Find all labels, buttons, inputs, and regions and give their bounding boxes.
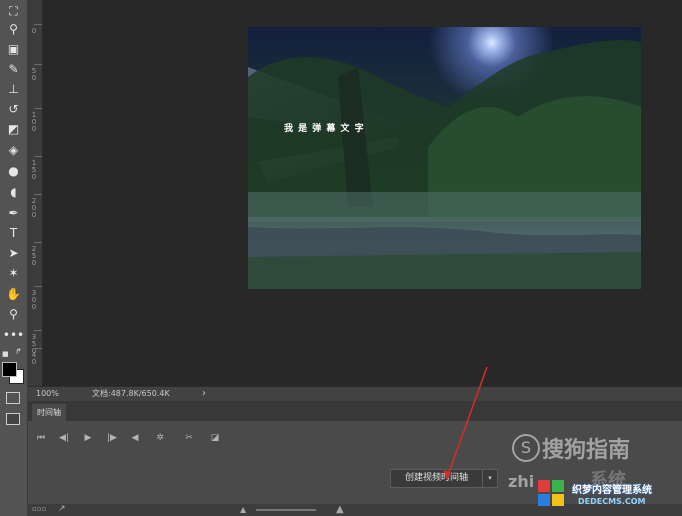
settings-icon[interactable]: ✲ bbox=[151, 430, 169, 446]
type-icon[interactable]: T bbox=[0, 224, 27, 242]
dedecms-en-watermark: DEDECMS.COM bbox=[578, 497, 646, 506]
zhinan-watermark: zhi bbox=[508, 472, 535, 491]
vertical-ruler: 05 01 0 01 5 02 0 02 5 03 0 03 5 04 0 bbox=[28, 0, 43, 388]
ruler-label: 0 bbox=[31, 27, 37, 35]
paint-bucket-icon[interactable]: ◈ bbox=[0, 141, 27, 159]
transition-icon[interactable]: ◪ bbox=[206, 430, 224, 446]
foreground-color-swatch[interactable] bbox=[2, 362, 17, 377]
ruler-tick bbox=[34, 194, 42, 195]
previous-frame-icon[interactable]: ◀| bbox=[55, 430, 73, 446]
dodge-icon[interactable]: ◖ bbox=[0, 183, 27, 201]
dedecms-cn-watermark: 织梦内容管理系统 bbox=[572, 485, 652, 496]
zoom-slider[interactable] bbox=[256, 509, 316, 511]
render-icon[interactable]: ▫▫▫ bbox=[32, 505, 46, 513]
ruler-tick bbox=[34, 286, 42, 287]
document-size: 文档:487.8K/650.4K bbox=[92, 389, 170, 398]
timeline-tab-bar: 时间轴 bbox=[28, 401, 682, 421]
quick-mask-icon[interactable] bbox=[6, 392, 20, 404]
history-brush-icon[interactable]: ↺ bbox=[0, 100, 27, 118]
ruler-label: 2 0 0 bbox=[31, 197, 37, 219]
ruler-tick bbox=[34, 156, 42, 157]
forest-scene bbox=[248, 40, 641, 289]
next-frame-icon[interactable]: |▶ bbox=[103, 430, 121, 446]
subtitle-overlay-text[interactable]: 我 是 弹 幕 文 字 bbox=[284, 121, 365, 134]
healing-brush-icon[interactable]: ▣ bbox=[0, 40, 27, 58]
ruler-tick bbox=[34, 64, 42, 65]
path-selection-icon[interactable]: ➤ bbox=[0, 244, 27, 262]
create-video-timeline-button[interactable]: 创建视频时间轴 bbox=[390, 469, 483, 488]
eyedropper-icon[interactable]: ⚲ bbox=[0, 20, 27, 38]
ruler-label: 2 5 0 bbox=[31, 245, 37, 267]
eraser-icon[interactable]: ◩ bbox=[0, 120, 27, 138]
status-menu-arrow-icon[interactable]: › bbox=[202, 387, 206, 401]
play-icon[interactable]: ▶ bbox=[79, 430, 97, 446]
ruler-label: 5 0 bbox=[31, 67, 37, 82]
hand-icon[interactable]: ✋ bbox=[0, 285, 27, 303]
dedecms-logo-icon bbox=[536, 478, 566, 508]
status-bar: 100% 文档:487.8K/650.4K › bbox=[28, 386, 682, 401]
more-tools-icon[interactable]: ••• bbox=[0, 326, 27, 344]
ruler-tick bbox=[34, 330, 42, 331]
pen-icon[interactable]: ✒ bbox=[0, 204, 27, 222]
ruler-label: 4 0 bbox=[31, 351, 37, 366]
ruler-label: 1 5 0 bbox=[31, 159, 37, 181]
ruler-tick bbox=[34, 348, 42, 349]
default-colors-icon[interactable]: ■ bbox=[2, 350, 10, 358]
ruler-label: 1 0 0 bbox=[31, 111, 37, 133]
brush-icon[interactable]: ✎ bbox=[0, 60, 27, 78]
sogou-watermark: 搜狗指南 bbox=[542, 438, 631, 463]
ruler-tick bbox=[34, 24, 42, 25]
convert-icon[interactable]: ↗ bbox=[58, 504, 66, 514]
ruler-tick bbox=[34, 108, 42, 109]
chevron-down-icon[interactable]: ▾ bbox=[482, 469, 498, 488]
first-frame-icon[interactable]: ⏮ bbox=[32, 430, 50, 446]
ruler-label: 3 0 0 bbox=[31, 289, 37, 311]
zoom-in-icon[interactable]: ▲ bbox=[336, 504, 344, 515]
screen-mode-icon[interactable] bbox=[6, 413, 20, 425]
shape-icon[interactable]: ✶ bbox=[0, 264, 27, 282]
tab-timeline[interactable]: 时间轴 bbox=[32, 404, 66, 421]
zoom-out-icon[interactable]: ▲ bbox=[240, 505, 246, 514]
document-image[interactable]: 我 是 弹 幕 文 字 bbox=[248, 27, 641, 289]
zoom-icon[interactable]: ⚲ bbox=[0, 305, 27, 323]
zoom-level[interactable]: 100% bbox=[36, 387, 59, 401]
sogou-logo-icon: S bbox=[512, 434, 540, 462]
ruler-tick bbox=[34, 242, 42, 243]
tools-panel: ⛶ ⚲ ▣ ✎ ⊥ ↺ ◩ ◈ ● ◖ ✒ T ➤ ✶ ✋ ⚲ ••• ■ ↱ bbox=[0, 0, 28, 516]
blur-icon[interactable]: ● bbox=[0, 162, 27, 180]
clone-stamp-icon[interactable]: ⊥ bbox=[0, 80, 27, 98]
swap-colors-icon[interactable]: ↱ bbox=[15, 348, 22, 356]
crop-icon[interactable]: ⛶ bbox=[0, 2, 27, 20]
audio-icon[interactable]: ◀ bbox=[126, 430, 144, 446]
scissors-icon[interactable]: ✂ bbox=[180, 430, 198, 446]
